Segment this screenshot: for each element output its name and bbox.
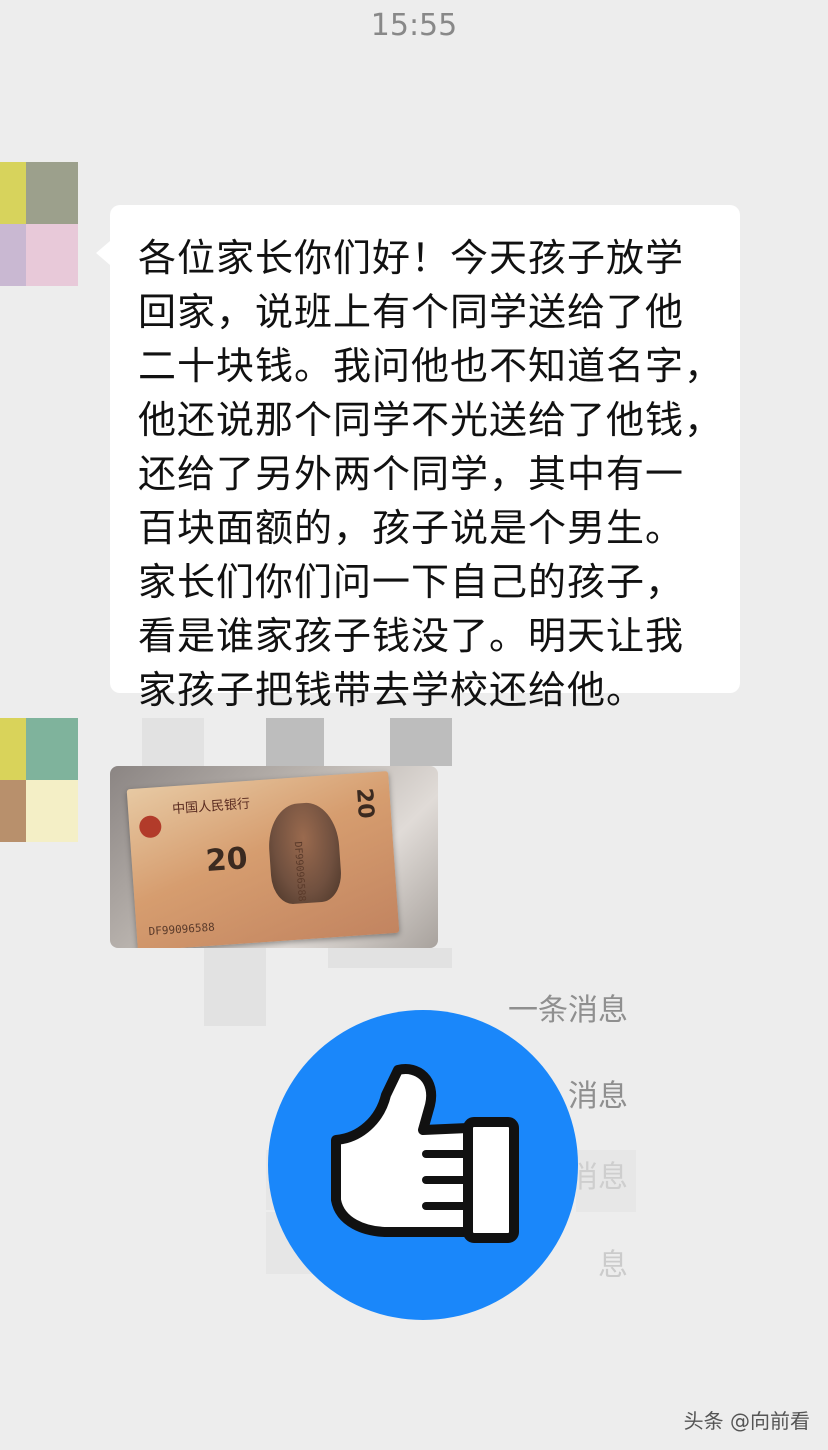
like-badge bbox=[268, 1010, 578, 1320]
message-text-line: 看是谁家孩子钱没了。明天让我 bbox=[138, 614, 685, 658]
message-text-line: 百块面额的，孩子说是个男生。 bbox=[138, 506, 685, 550]
system-notice: 息 bbox=[598, 1248, 628, 1283]
message-timestamp: 15:55 bbox=[370, 8, 458, 43]
message-text-line: 家孩子把钱带去学校还给他。 bbox=[138, 668, 646, 712]
banknote-value: 20 bbox=[204, 841, 249, 879]
watermark-text: 头条 @向前看 bbox=[683, 1409, 810, 1433]
mosaic-block bbox=[266, 718, 324, 766]
banknote-serial: DF99096588 bbox=[148, 920, 216, 939]
message-text-line: 各位家长你们好！今天孩子放学 bbox=[138, 236, 685, 280]
emblem-icon bbox=[138, 815, 163, 839]
thumbs-up-icon bbox=[331, 1064, 519, 1243]
banknote-value-side: 20 bbox=[351, 787, 379, 820]
message-text-line: 回家，说班上有个同学送给了他 bbox=[138, 290, 685, 334]
mosaic-block bbox=[328, 948, 452, 968]
message-text-line: 还给了另外两个同学，其中有一 bbox=[138, 452, 685, 496]
message-text-line: 家长们你们问一下自己的孩子， bbox=[138, 560, 685, 604]
banknote-image: 中国人民银行 20 20 DF99096588 DF99096588 bbox=[126, 771, 400, 948]
photo-message[interactable]: 中国人民银行 20 20 DF99096588 DF99096588 bbox=[110, 766, 438, 948]
sender-avatar[interactable] bbox=[0, 718, 78, 842]
sender-avatar[interactable] bbox=[0, 162, 78, 286]
mosaic-block bbox=[204, 948, 266, 1026]
mosaic-block bbox=[390, 718, 452, 766]
mosaic-block bbox=[142, 718, 204, 766]
message-bubble[interactable]: 各位家长你们好！今天孩子放学 回家，说班上有个同学送给了他 二十块钱。我问他也不… bbox=[96, 205, 740, 712]
message-text-line: 他还说那个同学不光送给了他钱， bbox=[138, 398, 724, 442]
mosaic-block bbox=[576, 1150, 636, 1212]
banknote-bank-text: 中国人民银行 bbox=[171, 796, 251, 818]
message-text-line: 二十块钱。我问他也不知道名字， bbox=[138, 344, 724, 388]
